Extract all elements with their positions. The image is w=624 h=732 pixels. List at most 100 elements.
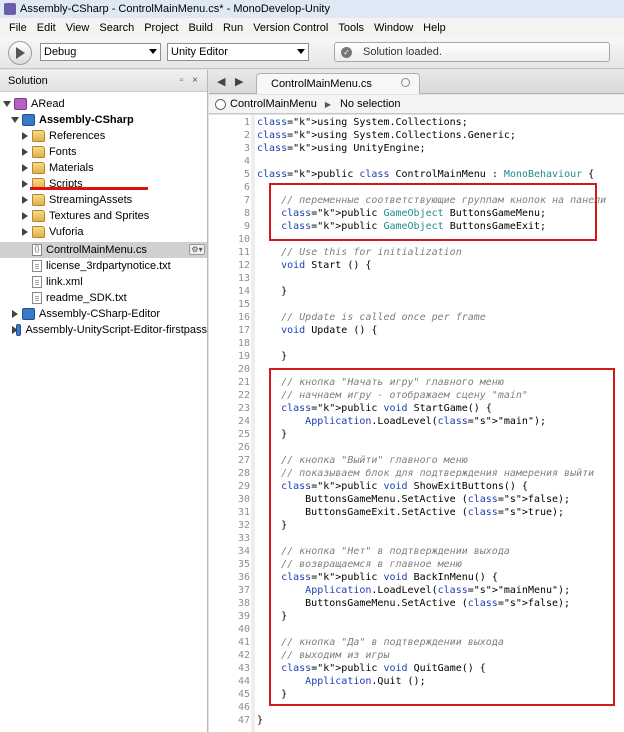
tree-item-fonts[interactable]: Fonts bbox=[0, 144, 207, 160]
tree-item-textures-and-sprites[interactable]: Textures and Sprites bbox=[0, 208, 207, 224]
menu-tools[interactable]: Tools bbox=[333, 22, 369, 34]
line-number: 36 bbox=[237, 572, 250, 583]
breadcrumb-class[interactable]: ControlMainMenu bbox=[230, 98, 317, 110]
code-line: // Update is called once per frame bbox=[281, 312, 486, 323]
menu-run[interactable]: Run bbox=[218, 22, 248, 34]
gear-icon[interactable]: ⚙▾ bbox=[189, 244, 205, 255]
menu-version-control[interactable]: Version Control bbox=[248, 22, 333, 34]
tree-item-assembly-unityscript-editor[interactable]: Assembly-UnityScript-Editor-firstpass bbox=[0, 322, 207, 338]
status-text: Solution loaded. bbox=[363, 46, 442, 58]
line-number: 33 bbox=[237, 533, 250, 544]
project-icon bbox=[16, 324, 22, 336]
tree-item-assembly-csharp[interactable]: Assembly-CSharp bbox=[0, 112, 207, 128]
tab-label: ControlMainMenu.cs bbox=[271, 78, 372, 90]
expander-right-icon[interactable] bbox=[21, 196, 29, 204]
expander-right-icon[interactable] bbox=[21, 180, 29, 188]
configuration-select[interactable]: Debug bbox=[40, 43, 161, 61]
text-file-icon bbox=[32, 292, 42, 304]
red-underline-annotation bbox=[30, 187, 148, 190]
line-number: 17 bbox=[237, 325, 250, 336]
code-line: // Use this for initialization bbox=[281, 247, 462, 258]
class-icon bbox=[215, 98, 226, 110]
tree-item-vuforia[interactable]: Vuforia bbox=[0, 224, 207, 240]
play-icon bbox=[16, 47, 25, 59]
tree-item-license[interactable]: license_3rdpartynotice.txt bbox=[0, 258, 207, 274]
line-number: 13 bbox=[237, 273, 250, 284]
solution-pane-header: Solution ▫ × bbox=[0, 70, 207, 92]
line-number: 5 bbox=[243, 169, 250, 180]
line-number: 31 bbox=[237, 507, 250, 518]
menu-search[interactable]: Search bbox=[94, 22, 139, 34]
tree-item-label: Fonts bbox=[49, 146, 77, 158]
tree-item-readme-sdk[interactable]: readme_SDK.txt bbox=[0, 290, 207, 306]
menu-help[interactable]: Help bbox=[418, 22, 451, 34]
tree-item-references[interactable]: References bbox=[0, 128, 207, 144]
line-number: 46 bbox=[237, 702, 250, 713]
folder-icon bbox=[32, 130, 45, 142]
expander-down-icon[interactable] bbox=[11, 116, 19, 124]
line-number: 15 bbox=[237, 299, 250, 310]
tree-item-label: license_3rdpartynotice.txt bbox=[46, 260, 171, 272]
menu-window[interactable]: Window bbox=[369, 22, 418, 34]
line-number: 6 bbox=[243, 182, 250, 193]
nav-forward-icon[interactable]: ▶ bbox=[235, 75, 243, 88]
expander-right-icon[interactable] bbox=[11, 326, 20, 334]
tree-item-streamingassets[interactable]: StreamingAssets bbox=[0, 192, 207, 208]
breadcrumb: ControlMainMenu ▶ No selection bbox=[209, 95, 624, 114]
line-number: 19 bbox=[237, 351, 250, 362]
line-number: 2 bbox=[243, 130, 250, 141]
nav-back-icon[interactable]: ◀ bbox=[217, 75, 225, 88]
close-icon[interactable] bbox=[401, 78, 410, 87]
expander-right-icon[interactable] bbox=[21, 228, 29, 236]
tree-item-aread[interactable]: ARead bbox=[0, 96, 207, 112]
line-number: 3 bbox=[243, 143, 250, 154]
text-file-icon bbox=[32, 260, 42, 272]
tab-controlmainmenu-cs[interactable]: ControlMainMenu.cs bbox=[256, 73, 420, 94]
line-number: 40 bbox=[237, 624, 250, 635]
line-number: 27 bbox=[237, 455, 250, 466]
tree-item-assembly-csharp-editor[interactable]: Assembly-CSharp-Editor bbox=[0, 306, 207, 322]
tree-item-label: Vuforia bbox=[49, 226, 84, 238]
fold-margin bbox=[251, 115, 255, 732]
menu-project[interactable]: Project bbox=[139, 22, 183, 34]
line-number: 1 bbox=[243, 117, 250, 128]
tree-item-label: Materials bbox=[49, 162, 94, 174]
tree-item-link-xml[interactable]: link.xml bbox=[0, 274, 207, 290]
menu-file[interactable]: File bbox=[4, 22, 32, 34]
pane-controls[interactable]: ▫ × bbox=[180, 75, 201, 86]
line-number: 20 bbox=[237, 364, 250, 375]
run-button[interactable] bbox=[8, 41, 32, 65]
line-number: 30 bbox=[237, 494, 250, 505]
expander-right-icon[interactable] bbox=[21, 148, 29, 156]
expander-right-icon[interactable] bbox=[11, 310, 19, 318]
line-number: 26 bbox=[237, 442, 250, 453]
menu-build[interactable]: Build bbox=[183, 22, 217, 34]
menu-view[interactable]: View bbox=[61, 22, 95, 34]
project-icon bbox=[22, 308, 35, 320]
menu-edit[interactable]: Edit bbox=[32, 22, 61, 34]
tree-item-materials[interactable]: Materials bbox=[0, 160, 207, 176]
code-line: } bbox=[257, 286, 288, 297]
breadcrumb-member[interactable]: No selection bbox=[340, 98, 401, 110]
line-number: 47 bbox=[237, 715, 250, 726]
run-target-select[interactable]: Unity Editor bbox=[167, 43, 309, 61]
line-number: 16 bbox=[237, 312, 250, 323]
folder-icon bbox=[32, 194, 45, 206]
line-number: 21 bbox=[237, 377, 250, 388]
code-line: void Start () { bbox=[281, 260, 372, 271]
code-editor[interactable]: 1 2 3 4 5 6 7 8 9 10 11 12 13 14 15 16 17 18 19 20 21 22 23 24 2… bbox=[209, 115, 624, 732]
expander-right-icon[interactable] bbox=[21, 212, 29, 220]
expander-down-icon[interactable] bbox=[3, 100, 11, 108]
expander-right-icon[interactable] bbox=[21, 132, 29, 140]
solution-icon bbox=[14, 98, 27, 110]
expander-right-icon[interactable] bbox=[21, 164, 29, 172]
chevron-down-icon bbox=[149, 49, 157, 54]
tree-item-controlmainmenu-cs[interactable]: {} ControlMainMenu.cs ⚙▾ bbox=[0, 242, 207, 258]
code-line: } bbox=[257, 351, 288, 362]
